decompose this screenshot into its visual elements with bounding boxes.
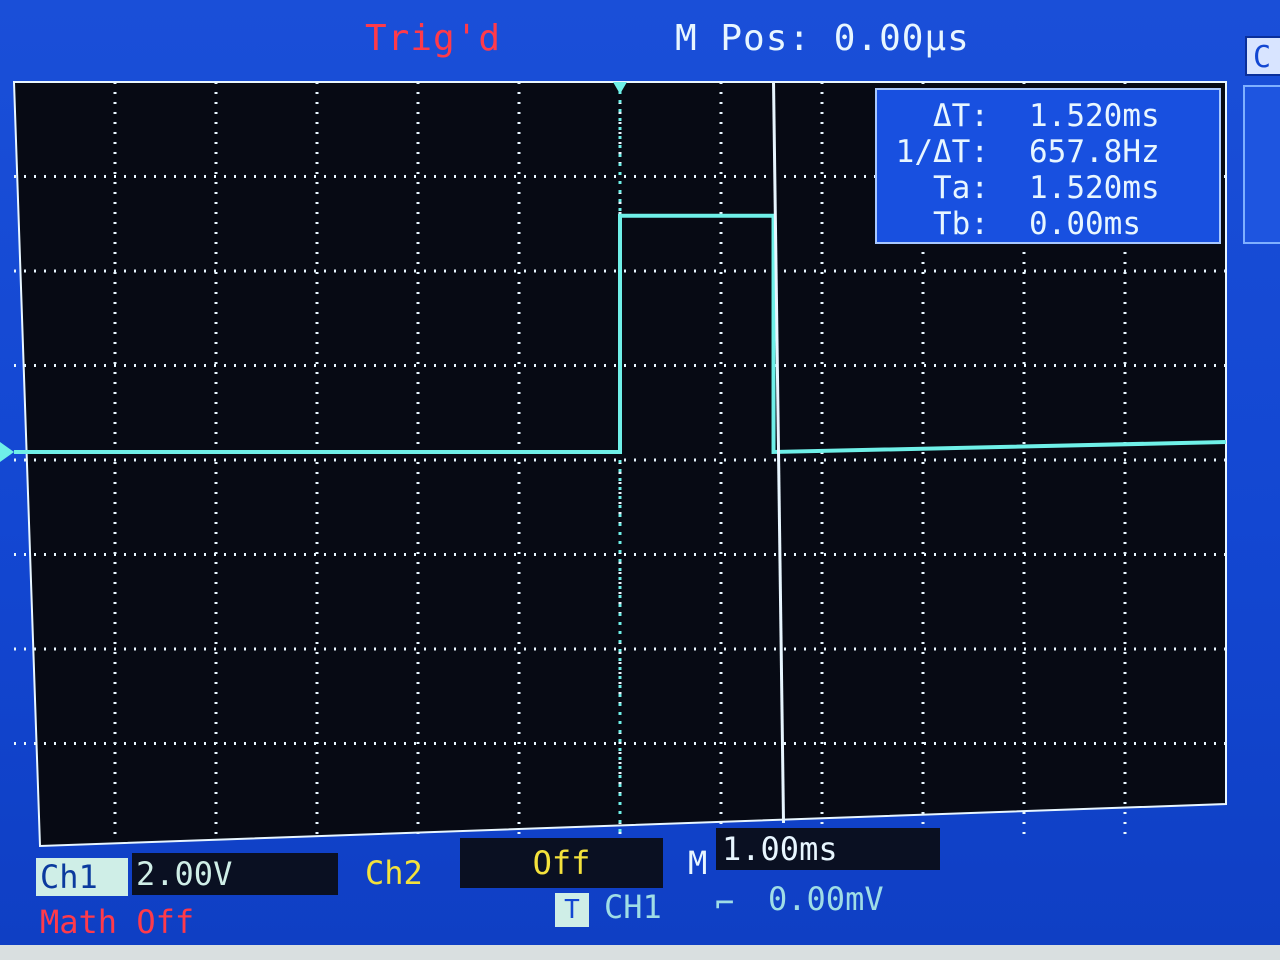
meas-row-delta-t: ΔT: 1.520ms (877, 98, 1219, 134)
timebase-label: M (688, 844, 708, 882)
bezel (0, 945, 1280, 960)
trigger-icon: T (555, 893, 589, 927)
ch2-volts-per-div: Off (460, 838, 663, 888)
ch1-ground-marker (0, 442, 14, 462)
meas-row-ta: Ta: 1.520ms (877, 170, 1219, 206)
trigger-source: CH1 (604, 888, 662, 926)
meas-value: 1.520ms (1029, 98, 1160, 134)
meas-value: 0.00ms (1029, 206, 1141, 242)
meas-label: Tb: (933, 206, 989, 242)
trigger-level: 0.00mV (768, 880, 884, 918)
math-status[interactable]: Math Off (40, 903, 194, 941)
meas-row-tb: Tb: 0.00ms (877, 206, 1219, 242)
ch2-label[interactable]: Ch2 (365, 852, 423, 894)
timebase-scale: 1.00ms (716, 828, 940, 870)
meas-value: 1.520ms (1029, 170, 1160, 206)
meas-label: Ta: (933, 170, 989, 206)
meas-value: 657.8Hz (1029, 134, 1160, 170)
ch1-label[interactable]: Ch1 (36, 858, 128, 896)
meas-row-frequency: 1/ΔT: 657.8Hz (877, 134, 1219, 170)
cursor-measurement-box: ΔT: 1.520ms 1/ΔT: 657.8Hz Ta: 1.520ms Tb… (875, 88, 1221, 244)
meas-label: ΔT: (933, 98, 989, 134)
rising-edge-icon: ⌐ (715, 884, 735, 922)
ch1-volts-per-div: 2.00V (132, 853, 338, 895)
meas-label: 1/ΔT: (895, 134, 989, 170)
